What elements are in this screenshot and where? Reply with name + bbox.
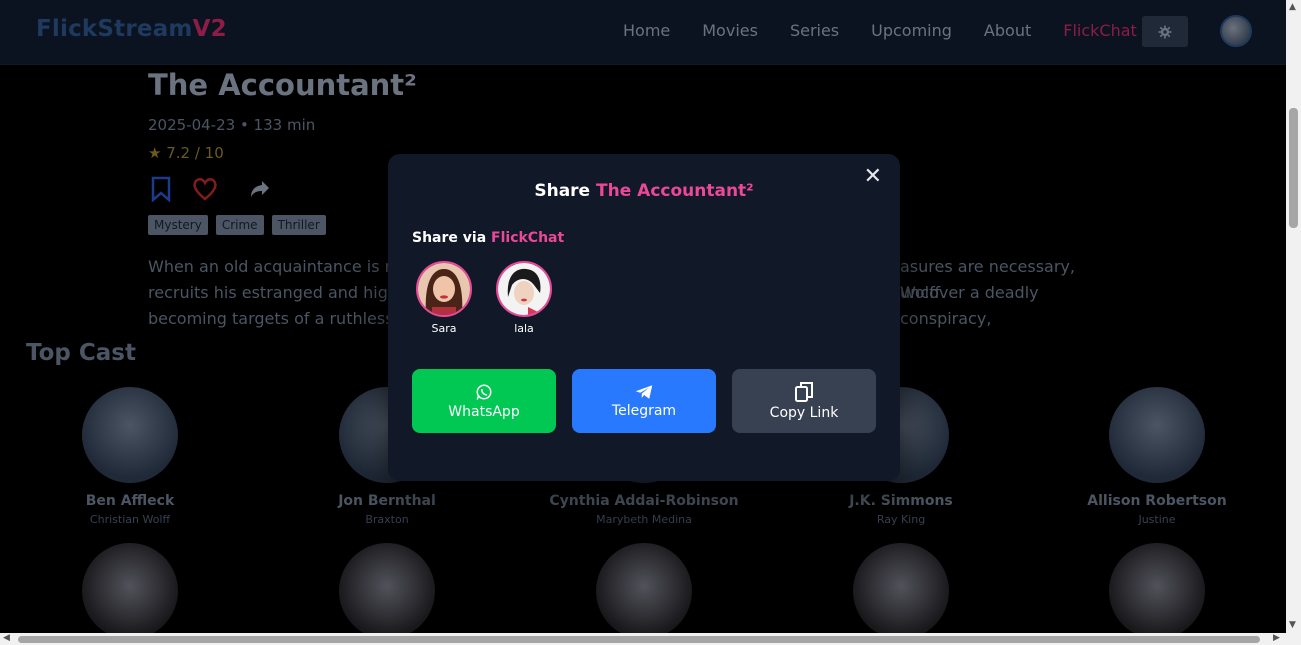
cast-card[interactable]: Ben Affleck Christian Wolff — [10, 387, 250, 526]
share-via-prefix: Share via — [412, 230, 492, 246]
cast-photo — [596, 543, 692, 633]
cast-card[interactable] — [10, 543, 250, 633]
genre-tags: Mystery Crime Thriller — [148, 215, 326, 235]
nav-links: Home Movies Series Upcoming About FlickC… — [623, 21, 1169, 40]
scroll-left-icon[interactable]: ◀ — [3, 633, 10, 643]
modal-title-movie: The Accountant² — [596, 181, 754, 201]
user-avatar[interactable] — [1220, 15, 1252, 47]
horizontal-scrollbar[interactable]: ◀ ▶ — [0, 633, 1301, 645]
cast-role: Marybeth Medina — [596, 513, 692, 526]
nav-movies[interactable]: Movies — [702, 21, 758, 40]
share-via-app: FlickChat — [491, 230, 565, 246]
whatsapp-icon — [476, 384, 492, 400]
overview-text: When an old acquaintance is murc — [148, 257, 426, 276]
cast-photo — [853, 543, 949, 633]
nav-home[interactable]: Home — [623, 21, 670, 40]
movie-meta: 2025-04-23 • 133 min — [148, 116, 316, 134]
vertical-scrollbar[interactable]: ▲ ▼ — [1286, 0, 1301, 633]
cast-name: Jon Bernthal — [338, 493, 436, 509]
whatsapp-button[interactable]: WhatsApp — [412, 369, 556, 433]
logo-version: V2 — [192, 16, 227, 42]
telegram-label: Telegram — [611, 402, 677, 419]
friend-lala[interactable]: lala — [494, 261, 554, 335]
copy-link-label: Copy Link — [769, 404, 839, 421]
vertical-scroll-thumb[interactable] — [1289, 108, 1298, 228]
cast-name: J.K. Simmons — [849, 493, 953, 509]
telegram-icon — [635, 384, 653, 399]
cast-card[interactable]: Allison Robertson Justine — [1037, 387, 1277, 526]
nav-flickchat[interactable]: FlickChat — [1063, 21, 1137, 40]
share-icon[interactable] — [250, 180, 270, 198]
gear-icon — [1158, 25, 1172, 38]
cast-name: Ben Affleck — [85, 493, 175, 509]
cast-photo — [339, 543, 435, 633]
cast-role: Braxton — [365, 513, 409, 526]
copy-icon — [795, 381, 813, 402]
genre-tag[interactable]: Mystery — [148, 215, 208, 235]
scroll-up-icon[interactable]: ▲ — [1289, 2, 1296, 12]
logo-text: FlickStream — [36, 16, 193, 42]
navbar: FlickStreamV2 Home Movies Series Upcomin… — [0, 0, 1286, 65]
nav-series[interactable]: Series — [790, 21, 839, 40]
cast-card[interactable] — [267, 543, 507, 633]
overview-text: recruits his estranged and highly l — [148, 283, 422, 302]
modal-title: Share The Accountant² — [388, 181, 900, 201]
copy-link-button[interactable]: Copy Link — [732, 369, 876, 433]
nav-about[interactable]: About — [984, 21, 1031, 40]
cast-card[interactable] — [781, 543, 1021, 633]
friend-name: lala — [514, 322, 534, 335]
telegram-button[interactable]: Telegram — [572, 369, 716, 433]
modal-title-prefix: Share — [534, 181, 597, 201]
cast-name: Cynthia Addai-Robinson — [549, 493, 739, 509]
movie-rating: ★ 7.2 / 10 — [148, 144, 224, 162]
logo[interactable]: FlickStreamV2 — [36, 16, 227, 42]
cast-role: Justine — [1138, 513, 1176, 526]
whatsapp-label: WhatsApp — [448, 403, 520, 420]
friend-name: Sara — [431, 322, 457, 335]
overview-text: becoming targets of a ruthless ne — [148, 309, 419, 328]
genre-tag[interactable]: Thriller — [271, 215, 326, 235]
share-modal: ✕ Share The Accountant² Share via FlickC… — [388, 154, 900, 481]
friend-sara[interactable]: Sara — [414, 261, 474, 335]
scroll-right-icon[interactable]: ▶ — [1273, 633, 1280, 643]
cast-photo — [1109, 543, 1205, 633]
bookmark-icon[interactable] — [150, 176, 172, 202]
cast-role: Christian Wolff — [89, 513, 171, 526]
movie-title: The Accountant² — [148, 68, 417, 102]
nav-upcoming[interactable]: Upcoming — [871, 21, 952, 40]
friend-avatar — [416, 261, 472, 317]
share-via-label: Share via FlickChat — [412, 230, 564, 246]
friend-avatar — [496, 261, 552, 317]
cast-card[interactable] — [524, 543, 764, 633]
settings-button[interactable] — [1142, 16, 1188, 47]
cast-photo — [82, 543, 178, 633]
heart-icon[interactable] — [192, 177, 218, 201]
cast-role: Ray King — [876, 513, 926, 526]
cast-card[interactable] — [1037, 543, 1277, 633]
horizontal-scroll-thumb[interactable] — [18, 636, 1260, 643]
cast-photo — [82, 387, 178, 483]
scroll-down-icon[interactable]: ▼ — [1289, 620, 1296, 630]
top-cast-heading: Top Cast — [26, 340, 136, 366]
cast-photo — [1109, 387, 1205, 483]
genre-tag[interactable]: Crime — [215, 215, 264, 235]
cast-name: Allison Robertson — [1087, 493, 1227, 509]
